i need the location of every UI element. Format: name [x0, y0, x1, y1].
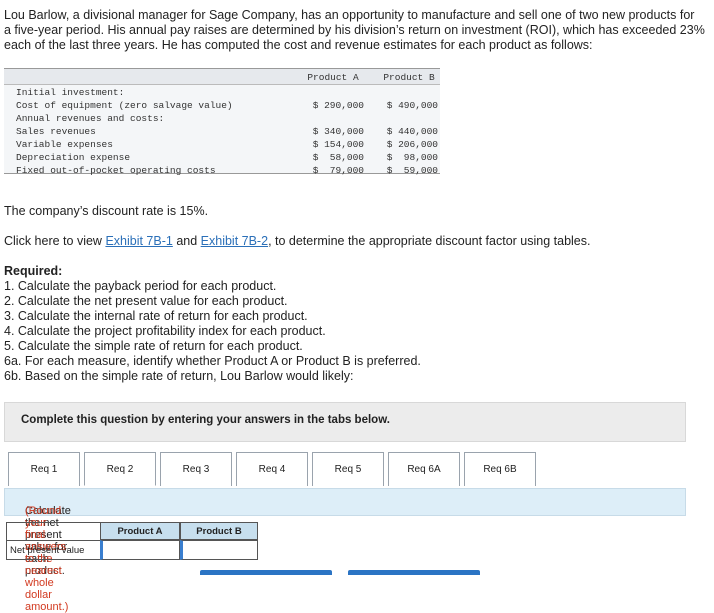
required-item: 3. Calculate the internal rate of return…: [4, 309, 308, 323]
npv-product-b-input[interactable]: [180, 540, 258, 560]
tab-req-1[interactable]: Req 1: [8, 452, 80, 486]
required-item: 6a. For each measure, identify whether P…: [4, 354, 421, 368]
value-product-b: $ 59,000: [386, 165, 438, 176]
exhibit-instructions: Click here to view Exhibit 7B-1 and Exhi…: [4, 234, 590, 249]
required-title: Required:: [4, 264, 63, 278]
answer-header-product-a: Product A: [100, 522, 180, 540]
tab-req-6a[interactable]: Req 6A: [388, 452, 460, 486]
row-label: Sales revenues: [16, 126, 96, 137]
value-product-a: $ 340,000: [312, 126, 364, 137]
required-item: 4. Calculate the project profitability i…: [4, 324, 326, 338]
value-product-a: $ 290,000: [312, 100, 364, 111]
intro-line-2: a five-year period. His annual pay raise…: [4, 23, 705, 37]
value-product-a: $ 79,000: [312, 165, 364, 176]
col-header-product-a: Product A: [307, 72, 359, 83]
answer-table-corner: [6, 522, 100, 540]
row-label: Variable expenses: [16, 139, 113, 150]
row-label: Annual revenues and costs:: [16, 113, 165, 124]
tab-req-6b[interactable]: Req 6B: [464, 452, 536, 486]
npv-product-a-input[interactable]: [100, 540, 180, 560]
value-product-a: $ 58,000: [312, 152, 364, 163]
requirement-tabs: Req 1 Req 2 Req 3 Req 4 Req 5 Req 6A Req…: [4, 452, 686, 488]
click-line-mid: and: [172, 234, 201, 248]
required-item: 2. Calculate the net present value for e…: [4, 294, 288, 308]
value-product-b: $ 98,000: [386, 152, 438, 163]
required-item: 5. Calculate the simple rate of return f…: [4, 339, 303, 353]
cost-revenue-table: Product A Product B Initial investment: …: [4, 68, 440, 176]
intro-line-1: Lou Barlow, a divisional manager for Sag…: [4, 8, 695, 22]
col-header-product-b: Product B: [383, 72, 435, 83]
value-product-b: $ 206,000: [386, 139, 438, 150]
next-tab-button[interactable]: [348, 570, 480, 575]
value-product-b: $ 490,000: [386, 100, 438, 111]
row-label: Depreciation expense: [16, 152, 131, 163]
discount-rate-text: The company’s discount rate is 15%.: [4, 204, 209, 218]
value-product-b: $ 440,000: [386, 126, 438, 137]
tab-req-5[interactable]: Req 5: [312, 452, 384, 486]
value-product-a: $ 154,000: [312, 139, 364, 150]
answer-header-product-b: Product B: [180, 522, 258, 540]
row-label: Fixed out-of-pocket operating costs: [16, 165, 216, 176]
click-line-pre: Click here to view: [4, 234, 106, 248]
required-section: Required: 1. Calculate the payback perio…: [4, 264, 421, 384]
row-label: Cost of equipment (zero salvage value): [16, 100, 233, 111]
exhibit-7b2-link[interactable]: Exhibit 7B-2: [201, 234, 268, 248]
prev-tab-button[interactable]: [200, 570, 332, 575]
tab-req-3[interactable]: Req 3: [160, 452, 232, 486]
click-line-post: , to determine the appropriate discount …: [268, 234, 591, 248]
complete-question-text: Complete this question by entering your …: [21, 414, 390, 426]
cost-table-header: Product A Product B: [4, 69, 440, 85]
tab-req-4[interactable]: Req 4: [236, 452, 308, 486]
required-item: 1. Calculate the payback period for each…: [4, 279, 277, 293]
tab-req-2[interactable]: Req 2: [84, 452, 156, 486]
complete-question-banner: Complete this question by entering your …: [4, 402, 686, 442]
required-item: 6b. Based on the simple rate of return, …: [4, 369, 354, 383]
problem-intro: Lou Barlow, a divisional manager for Sag…: [4, 8, 710, 53]
npv-row-label: Net present value: [6, 540, 102, 560]
row-label: Initial investment:: [16, 87, 125, 98]
tab-instructions: Calculate the net present value for each…: [4, 488, 686, 613]
intro-line-3: each of the last three years. He has com…: [4, 38, 593, 52]
exhibit-7b1-link[interactable]: Exhibit 7B-1: [105, 234, 172, 248]
